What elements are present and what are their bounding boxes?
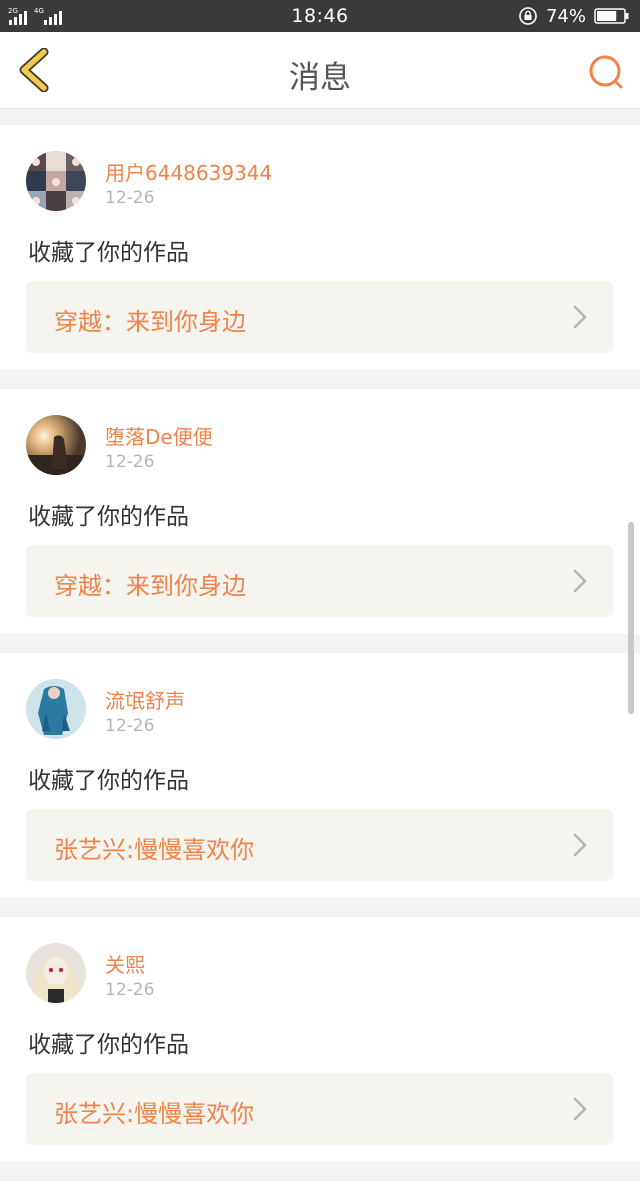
status-bar: 2G 4G 18:46 74% [0, 0, 640, 32]
search-button[interactable] [586, 52, 626, 92]
avatar[interactable] [26, 679, 86, 739]
battery-icon [594, 8, 629, 24]
chevron-right-icon [573, 305, 587, 329]
notification-list: 用户6448639344 12-26 收藏了你的作品 穿越：来到你身边 堕落De… [0, 125, 640, 1181]
notification-card: 流氓舒声 12-26 收藏了你的作品 张艺兴:慢慢喜欢你 [0, 653, 640, 898]
navigation-bar: 消息 [0, 32, 640, 109]
notification-action: 收藏了你的作品 [28, 240, 189, 266]
work-link[interactable]: 穿越：来到你身边 [26, 545, 613, 617]
notification-card: 用户6448639344 12-26 收藏了你的作品 穿越：来到你身边 [0, 125, 640, 370]
notification-card: 堕落De便便 12-26 收藏了你的作品 穿越：来到你身边 [0, 389, 640, 634]
notification-date: 12-26 [105, 716, 155, 736]
work-link[interactable]: 张艺兴:慢慢喜欢你 [26, 1073, 613, 1145]
chevron-right-icon [573, 1097, 587, 1121]
notification-date: 12-26 [105, 188, 155, 208]
notification-action: 收藏了你的作品 [28, 1032, 189, 1058]
notification-date: 12-26 [105, 980, 155, 1000]
work-link[interactable]: 穿越：来到你身边 [26, 281, 613, 353]
work-title: 张艺兴:慢慢喜欢你 [54, 1100, 255, 1128]
work-link[interactable]: 张艺兴:慢慢喜欢你 [26, 809, 613, 881]
battery-percent: 74% [545, 5, 586, 27]
page-title: 消息 [289, 60, 351, 96]
notification-action: 收藏了你的作品 [28, 768, 189, 794]
notification-date: 12-26 [105, 452, 155, 472]
notification-action: 收藏了你的作品 [28, 504, 189, 530]
username[interactable]: 堕落De便便 [105, 421, 213, 450]
username[interactable]: 流氓舒声 [105, 685, 185, 714]
username[interactable]: 关熙 [105, 949, 145, 978]
chevron-right-icon [573, 569, 587, 593]
work-title: 穿越：来到你身边 [54, 572, 246, 600]
avatar[interactable] [26, 943, 86, 1003]
rotation-lock-icon [519, 7, 537, 25]
avatar[interactable] [26, 415, 86, 475]
work-title: 张艺兴:慢慢喜欢你 [54, 836, 255, 864]
notification-card: 关熙 12-26 收藏了你的作品 张艺兴:慢慢喜欢你 [0, 917, 640, 1162]
avatar[interactable] [26, 151, 86, 211]
username[interactable]: 用户6448639344 [105, 157, 272, 186]
work-title: 穿越：来到你身边 [54, 308, 246, 336]
chevron-right-icon [573, 833, 587, 857]
scrollbar[interactable] [628, 522, 634, 714]
